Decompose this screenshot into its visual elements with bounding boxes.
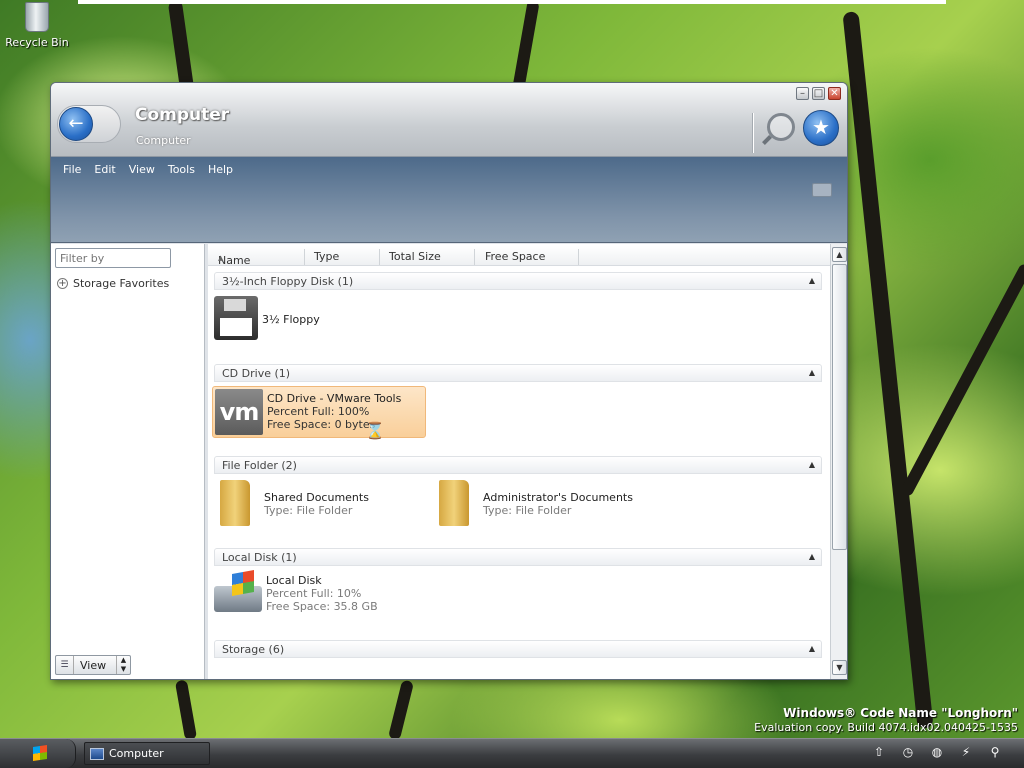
item-name: CD Drive - VMware Tools <box>267 392 402 405</box>
item-type: Type: File Folder <box>483 504 572 517</box>
windows-flag-icon <box>33 745 47 761</box>
expand-plus-icon[interactable]: + <box>57 278 68 289</box>
vertical-scrollbar[interactable]: ▲ ▼ <box>830 244 847 679</box>
power-icon[interactable]: ⚡ <box>957 743 975 761</box>
item-name: 3½ Floppy <box>262 313 320 326</box>
desktop-icon-recycle-bin[interactable]: Recycle Bin <box>4 2 70 49</box>
search-tray-icon[interactable]: ⚲ <box>986 743 1004 761</box>
item-name: Administrator's Documents <box>483 491 633 504</box>
recycle-bin-icon <box>25 2 49 32</box>
scroll-down-button[interactable]: ▼ <box>832 660 847 675</box>
group-header-label: Storage (6) <box>222 643 285 656</box>
column-type[interactable]: Type <box>314 250 339 263</box>
view-button[interactable]: ☰ View ▲ ▼ <box>55 655 131 675</box>
view-spinner-icon[interactable]: ▲ ▼ <box>116 656 130 674</box>
column-free-space[interactable]: Free Space <box>485 250 545 263</box>
window-breadcrumb[interactable]: Computer <box>136 134 191 147</box>
computer-window-icon <box>90 747 104 760</box>
menu-tools[interactable]: Tools <box>162 163 201 176</box>
menu-bar: File Edit View Tools Help <box>57 163 240 176</box>
wallpaper-branch <box>899 262 1024 498</box>
storage-favorites[interactable]: + Storage Favorites <box>57 277 169 290</box>
group-header-label: 3½-Inch Floppy Disk (1) <box>222 275 354 288</box>
collapse-arrow-icon[interactable]: ▲ <box>809 460 815 469</box>
search-button[interactable] <box>767 113 795 141</box>
group-header-file-folder[interactable]: File Folder (2) ▲ <box>214 456 822 474</box>
item-type: Type: File Folder <box>264 504 353 517</box>
local-disk-icon <box>214 586 262 612</box>
layout-toggle-button[interactable] <box>812 183 832 197</box>
scroll-thumb[interactable] <box>832 264 847 550</box>
group-header-floppy[interactable]: 3½-Inch Floppy Disk (1) ▲ <box>214 272 822 290</box>
menu-view[interactable]: View <box>123 163 161 176</box>
system-tray: ⇧ ◷ ◍ ⚡ ⚲ <box>870 743 1015 761</box>
collapse-arrow-icon[interactable]: ▲ <box>809 644 815 653</box>
item-free-space: Free Space: 35.8 GB <box>266 600 378 613</box>
wallpaper-branch <box>174 679 198 741</box>
watermark-build: Evaluation copy. Build 4074.idx02.040425… <box>754 721 1018 734</box>
collapse-arrow-icon[interactable]: ▲ <box>809 276 815 285</box>
taskbar-item-computer[interactable]: Computer <box>84 742 210 765</box>
item-percent-full: Percent Full: 10% <box>266 587 362 600</box>
column-headers: Name ▲ Type Total Size Free Space <box>208 246 830 267</box>
vmware-cd-icon: vm <box>215 389 263 435</box>
clock-icon[interactable]: ◷ <box>899 743 917 761</box>
network-icon[interactable]: ◍ <box>928 743 946 761</box>
menu-file[interactable]: File <box>57 163 87 176</box>
tray-expand-icon[interactable]: ⇧ <box>870 743 888 761</box>
taskbar-item-label: Computer <box>109 747 164 760</box>
view-list-icon: ☰ <box>56 656 74 674</box>
wallpaper-branch <box>842 11 934 729</box>
item-name: Shared Documents <box>264 491 369 504</box>
list-item-cd-drive[interactable]: vm CD Drive - VMware Tools Percent Full:… <box>212 386 426 440</box>
collapse-arrow-icon[interactable]: ▲ <box>809 368 815 377</box>
menu-edit[interactable]: Edit <box>88 163 121 176</box>
arrow-left-icon: ← <box>68 113 84 134</box>
collapse-arrow-icon[interactable]: ▲ <box>809 552 815 561</box>
menu-help[interactable]: Help <box>202 163 239 176</box>
taskbar: Computer ⇧ ◷ ◍ ⚡ ⚲ <box>0 738 1024 768</box>
list-item-administrators-documents[interactable]: Administrator's Documents Type: File Fol… <box>431 480 633 526</box>
top-edge-bar <box>78 0 946 4</box>
group-header-cd-drive[interactable]: CD Drive (1) ▲ <box>214 364 822 382</box>
busy-cursor-icon: ⌛ <box>365 421 385 440</box>
group-header-label: CD Drive (1) <box>222 367 291 380</box>
menu-band: File Edit View Tools Help <box>51 157 847 243</box>
list-item-shared-documents[interactable]: Shared Documents Type: File Folder <box>212 480 369 526</box>
item-name: Local Disk <box>266 574 322 587</box>
title-bar: ← Computer Computer ★ – □ ✕ <box>51 83 847 157</box>
group-header-local-disk[interactable]: Local Disk (1) ▲ <box>214 548 822 566</box>
favorites-button[interactable]: ★ <box>803 110 839 146</box>
item-percent-full: Percent Full: 100% <box>267 405 370 418</box>
watermark-title: Windows® Code Name "Longhorn" <box>783 706 1018 720</box>
list-item-local-disk[interactable]: Local Disk Percent Full: 10% Free Space:… <box>214 572 378 613</box>
scroll-up-button[interactable]: ▲ <box>832 247 847 262</box>
column-total-size[interactable]: Total Size <box>389 250 441 263</box>
wallpaper-branch <box>512 0 540 91</box>
folder-icon <box>439 480 469 526</box>
toolbar-separator <box>752 113 754 153</box>
maximize-button[interactable]: □ <box>812 87 825 100</box>
sort-ascending-icon: ▲ <box>218 254 224 262</box>
start-button[interactable] <box>0 739 76 768</box>
star-icon: ★ <box>812 115 830 139</box>
minimize-button[interactable]: – <box>796 87 809 100</box>
wallpaper-branch <box>387 679 415 741</box>
close-button[interactable]: ✕ <box>828 87 841 100</box>
group-header-label: Local Disk (1) <box>222 551 297 564</box>
recycle-bin-label: Recycle Bin <box>5 36 69 49</box>
left-pane: + Storage Favorites ☰ View ▲▼ <box>51 244 205 679</box>
view-button-label: View <box>80 658 107 672</box>
group-header-label: File Folder (2) <box>222 459 297 472</box>
window-title: Computer <box>135 105 230 125</box>
floppy-icon <box>214 296 258 340</box>
content-pane: Name ▲ Type Total Size Free Space 3½-Inc… <box>208 244 830 679</box>
explorer-window: ← Computer Computer ★ – □ ✕ File Edit Vi… <box>50 82 848 680</box>
storage-favorites-label: Storage Favorites <box>73 277 170 290</box>
group-header-storage[interactable]: Storage (6) ▲ <box>214 640 822 658</box>
back-button[interactable]: ← <box>59 107 93 141</box>
filter-input[interactable] <box>55 248 171 268</box>
list-item-floppy[interactable]: 3½ Floppy <box>214 296 320 340</box>
folder-icon <box>220 480 250 526</box>
